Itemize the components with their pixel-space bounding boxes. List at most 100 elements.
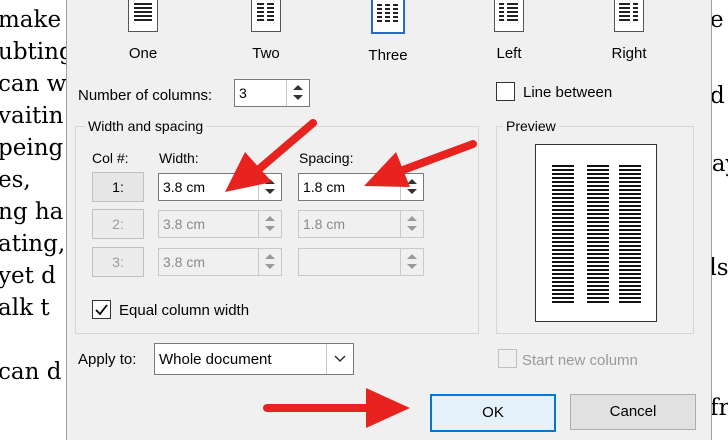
preview-page xyxy=(535,144,657,322)
preset-two-label: Two xyxy=(252,45,280,62)
preview-line-col-1 xyxy=(552,237,574,239)
preview-line-col-1 xyxy=(552,193,574,195)
preset-right[interactable]: Right xyxy=(598,0,660,62)
preset-one[interactable]: One xyxy=(112,0,174,62)
number-of-columns-spinner[interactable] xyxy=(286,80,309,106)
width-value-2: 3.8 cm xyxy=(163,216,206,232)
preview-line-col-3 xyxy=(619,197,641,199)
preview-line-col-1 xyxy=(552,245,574,247)
preview-line-col-1 xyxy=(552,197,574,199)
preview-line-col-1 xyxy=(552,165,574,167)
doc-line: peing xyxy=(0,135,64,161)
spacing-spinner-2 xyxy=(400,211,423,237)
preview-line-col-2 xyxy=(587,237,609,239)
number-of-columns-field[interactable]: 3 xyxy=(234,79,310,107)
doc-line: es, xyxy=(0,167,31,193)
preview-line-col-3 xyxy=(619,265,641,267)
preview-columns-graphic xyxy=(552,165,641,303)
preview-line-col-2 xyxy=(587,277,609,279)
preview-line-col-1 xyxy=(552,265,574,267)
preset-right-label: Right xyxy=(611,45,647,62)
preview-line-col-2 xyxy=(587,193,609,195)
preview-line-col-1 xyxy=(552,253,574,255)
preview-line-col-3 xyxy=(619,217,641,219)
chevron-down-icon xyxy=(334,355,346,363)
preview-line-col-3 xyxy=(619,237,641,239)
preview-line-col-2 xyxy=(587,289,609,291)
preview-line-col-1 xyxy=(552,173,574,175)
preview-line-col-2 xyxy=(587,209,609,211)
line-between-label: Line between xyxy=(523,84,613,101)
preview-line-col-1 xyxy=(552,285,574,287)
preview-line-col-1 xyxy=(552,213,574,215)
preview-line-col-1 xyxy=(552,277,574,279)
width-field-2: 3.8 cm xyxy=(158,210,282,238)
preview-line-col-2 xyxy=(587,169,609,171)
preview-line-col-3 xyxy=(619,169,641,171)
preview-line-col-3 xyxy=(619,241,641,243)
columns-dialog: One Two Three Left Right Number of colum… xyxy=(66,0,712,440)
preview-line-col-2 xyxy=(587,301,609,303)
preview-line-col-1 xyxy=(552,249,574,251)
preset-left[interactable]: Left xyxy=(478,0,540,62)
spacing-field-1[interactable]: 1.8 cm xyxy=(298,173,424,201)
preset-three[interactable]: Three xyxy=(357,0,419,64)
preview-line-col-3 xyxy=(619,293,641,295)
preview-line-col-3 xyxy=(619,261,641,263)
preview-line-col-1 xyxy=(552,185,574,187)
preview-line-col-2 xyxy=(587,245,609,247)
preview-line-col-3 xyxy=(619,189,641,191)
preview-line-col-2 xyxy=(587,281,609,283)
preview-line-col-1 xyxy=(552,301,574,303)
doc-line: e xyxy=(710,7,724,33)
spacing-spinner-1[interactable] xyxy=(400,174,423,200)
doc-line xyxy=(0,324,66,356)
preview-line-col-1 xyxy=(552,177,574,179)
apply-to-dropdown-button[interactable] xyxy=(326,344,353,374)
width-header: Width: xyxy=(159,150,199,166)
preset-three-icon xyxy=(371,0,405,34)
width-field-1[interactable]: 3.8 cm xyxy=(158,173,282,201)
doc-line: say xyxy=(710,151,728,177)
preview-line-col-3 xyxy=(619,245,641,247)
preview-line-col-3 xyxy=(619,225,641,227)
preview-line-col-1 xyxy=(552,289,574,291)
preview-line-col-1 xyxy=(552,229,574,231)
preset-three-label: Three xyxy=(368,47,408,64)
ok-button[interactable]: OK xyxy=(430,394,556,432)
preset-two-icon xyxy=(251,0,281,32)
width-field-3: 3.8 cm xyxy=(158,248,282,276)
preview-line-col-3 xyxy=(619,301,641,303)
preview-line-col-3 xyxy=(619,185,641,187)
preview-line-col-3 xyxy=(619,173,641,175)
cancel-button[interactable]: Cancel xyxy=(570,394,696,430)
preview-line-col-2 xyxy=(587,177,609,179)
width-spinner-1[interactable] xyxy=(258,174,281,200)
apply-to-select[interactable]: Whole document xyxy=(154,343,354,375)
preview-line-col-3 xyxy=(619,209,641,211)
preview-line-col-2 xyxy=(587,241,609,243)
preview-line-col-1 xyxy=(552,209,574,211)
width-value-3: 3.8 cm xyxy=(163,254,206,270)
preview-line-col-1 xyxy=(552,269,574,271)
spacing-spinner-3 xyxy=(400,249,423,275)
spacing-value-1: 1.8 cm xyxy=(303,179,346,195)
preview-line-col-1 xyxy=(552,241,574,243)
col-number-1: 1: xyxy=(92,172,144,202)
start-new-column-checkbox xyxy=(498,349,517,368)
preset-left-icon xyxy=(494,0,524,32)
preset-two[interactable]: Two xyxy=(235,0,297,62)
preview-line-col-3 xyxy=(619,229,641,231)
preview-line-col-2 xyxy=(587,185,609,187)
doc-line: ating, xyxy=(0,231,66,257)
preview-line-col-2 xyxy=(587,181,609,183)
preview-line-col-1 xyxy=(552,261,574,263)
preview-line-col-1 xyxy=(552,221,574,223)
preview-line-col-2 xyxy=(587,229,609,231)
preview-line-col-2 xyxy=(587,273,609,275)
preview-line-col-3 xyxy=(619,253,641,255)
preview-line-col-2 xyxy=(587,165,609,167)
preview-line-col-3 xyxy=(619,193,641,195)
equal-column-width-checkbox[interactable] xyxy=(92,300,111,319)
line-between-checkbox[interactable] xyxy=(496,82,515,101)
